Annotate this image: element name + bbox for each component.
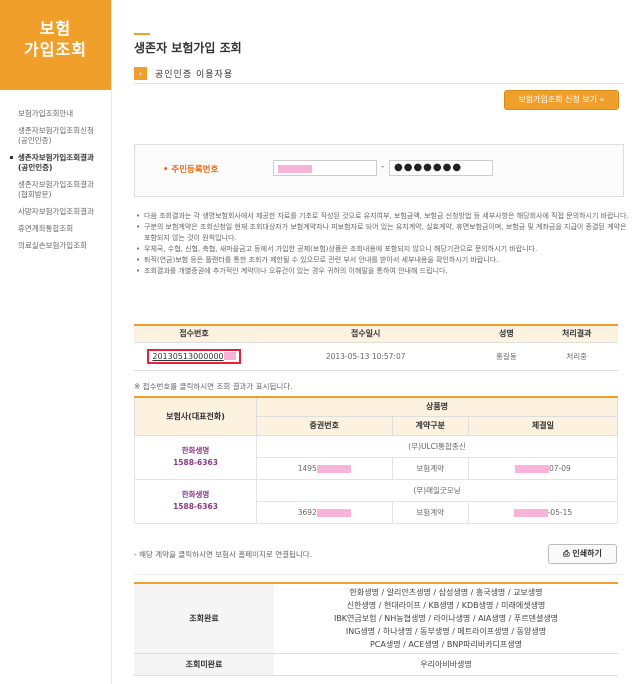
col-receipt-no: 접수번호 [134,325,254,343]
masked-value [513,508,548,517]
sidebar-item-survivor-result-cert[interactable]: 생존자보험가입조회결과 (공인인증) [0,152,111,174]
notice-list: 다음 조회결과는 각 생명보험회사에서 제공한 자료를 기초로 작성된 것으로 … [134,211,630,277]
receipt-note: ※ 접수번호를 클릭하시면 조회 결과가 표시됩니다. [134,382,293,391]
notice-item: 조회결과를 개별증권에 추가적인 계약이나 오류건이 있는 경우 귀하의 이해말… [134,266,630,277]
receipt-status: 처리중 [535,342,618,371]
col-insurer: 보험사(대표전화) [134,396,257,436]
product-name[interactable]: (무)ULCI통합종신 [256,434,618,458]
masked-value [223,352,236,360]
result-table: 보험사(대표전화) 상품명 증권번호 계약구분 체결일 한화생명 1588-636… [134,396,619,524]
notice-item: 다음 조회결과는 각 생명보험회사에서 제공한 자료를 기초로 작성된 것으로 … [134,211,630,222]
sidebar-item-dormant-account[interactable]: 휴면계좌통합조회 [0,223,111,235]
sidebar-title-line2: 가입조회 [24,40,87,59]
rrn-back-field[interactable]: ●●●●●●● [389,160,493,176]
cert-label: 공인인증 이용자용 [155,70,234,80]
rrn-front-field[interactable] [273,160,377,176]
inquiry-status-table: 조회완료 한화생명 / 알리안츠생명 / 삼성생명 / 흥국생명 / 교보생명 … [134,582,618,676]
contract-date: -05-15 [467,500,619,524]
sidebar-title-line1: 보험 [39,19,72,38]
col-status: 처리결과 [535,325,618,343]
rrn-label: 주민등록번호 [163,163,218,175]
notice-item: 구분의 보험계약은 조회신청일 현재 조회대상자가 보험계약자나 피보험자로 되… [134,222,630,244]
col-product: 상품명 [256,396,618,417]
policy-number: 1495 [256,456,393,480]
col-contract-type: 계약구분 [391,415,469,436]
table-row: 조회미완료 우리아비바생명 [134,653,618,676]
sidebar-item-deceased-result[interactable]: 사망자보험가입조회결과 [0,206,111,218]
insurer-cell[interactable]: 한화생명 1588-6363 [134,478,257,524]
printer-icon: ⎙ [563,549,573,558]
table-row[interactable]: 한화생명 1588-6363 (무)매일굿모닝 [134,478,618,524]
link-note: - 해당 계약을 클릭하시면 보험사 홈페이지로 연결됩니다. [134,550,313,559]
divider [134,574,624,575]
col-receipt-date: 접수일시 [254,325,478,343]
table-row: 20130513000000 2013-05-13 10:57:07 홍길동 처… [134,342,618,371]
col-policy-no: 증권번호 [256,415,393,436]
notice-item: 퇴직(연금)보험 등은 플랜터를 통한 조회가 제한될 수 있으므로 관련 부서… [134,255,630,266]
insurer-cell[interactable]: 한화생명 1588-6363 [134,434,257,480]
done-companies: 한화생명 / 알리안츠생명 / 삼성생명 / 흥국생명 / 교보생명 신한생명 … [274,583,618,654]
page-title: 생존자 보험가입 조회 [134,41,242,55]
notice-item: 우체국, 수협, 신협, 축협, 새마을금고 등에서 가입한 공제(보험)상품은… [134,244,630,255]
sidebar-item-info[interactable]: 보험가입조회안내 [0,108,111,120]
done-label: 조회완료 [134,583,274,654]
title-accent-bar [134,33,150,35]
masked-value [316,508,351,517]
receipt-name: 홍길동 [477,342,536,371]
masked-value [515,464,550,473]
receipt-table: 접수번호 접수일시 성명 처리결과 20130513000000 2013-05… [134,324,618,371]
contract-date: 07-09 [467,456,619,480]
view-application-button[interactable]: 보험가입조회 신청 보기 » [504,90,619,110]
receipt-table-header: 접수번호 접수일시 성명 처리결과 [134,325,618,343]
sidebar: 보험 가입조회 보험가입조회안내 생존자보험가입조회신청 (공인인증) 생존자보… [0,0,112,684]
table-row[interactable]: 한화생명 1588-6363 (무)ULCI통합종신 [134,434,618,480]
arrow-right-icon: › [134,67,147,80]
masked-value [278,164,312,173]
sidebar-item-survivor-apply[interactable]: 생존자보험가입조회신청 (공인인증) [0,125,111,147]
sidebar-item-survivor-result-visit[interactable]: 생존자보험가입조회결과 (협회방문) [0,179,111,201]
receipt-date: 2013-05-13 10:57:07 [254,342,478,371]
col-name: 성명 [477,325,536,343]
col-contract-date: 체결일 [467,415,619,436]
masked-value [316,464,351,473]
pending-companies: 우리아비바생명 [274,653,618,676]
sidebar-header: 보험 가입조회 [0,0,111,90]
product-name[interactable]: (무)매일굿모닝 [256,478,618,502]
divider [134,83,624,84]
contract-type: 보험계약 [391,500,469,524]
policy-number: 3692 [256,500,393,524]
contract-type: 보험계약 [391,456,469,480]
table-row: 조회완료 한화생명 / 알리안츠생명 / 삼성생명 / 흥국생명 / 교보생명 … [134,583,618,654]
receipt-number-link[interactable]: 20130513000000 [147,348,241,364]
sidebar-menu: 보험가입조회안내 생존자보험가입조회신청 (공인인증) 생존자보험가입조회결과 … [0,108,111,252]
pending-label: 조회미완료 [134,653,274,676]
sidebar-item-medical-insurance[interactable]: 의료실손보험가입조회 [0,240,111,252]
cert-section-header: › 공인인증 이용자용 [134,67,233,80]
print-button[interactable]: ⎙ 인쇄하기 [548,544,617,564]
rrn-dash: - [381,162,385,172]
rrn-box: 주민등록번호 - ●●●●●●● [134,144,624,197]
